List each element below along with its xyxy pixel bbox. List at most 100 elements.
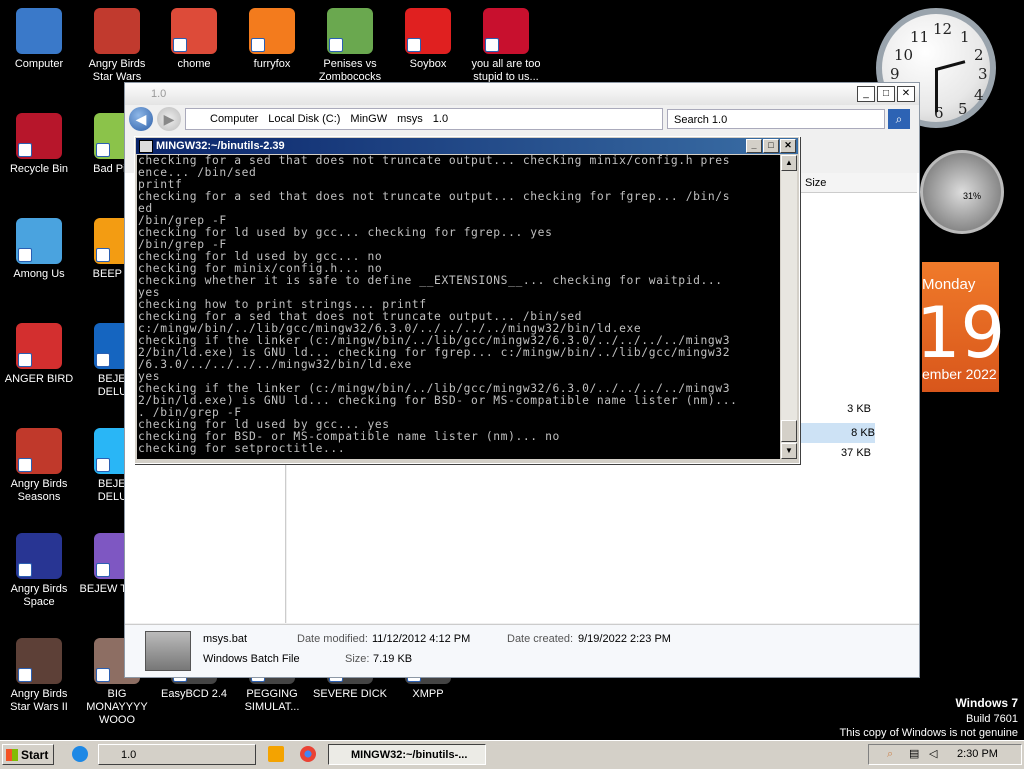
clock-number: 3: [978, 65, 988, 83]
desktop-icon[interactable]: Soybox: [389, 8, 467, 71]
clock-minute-hand: [935, 68, 938, 112]
search-icon[interactable]: ⌕: [888, 109, 910, 129]
shortcut-arrow-icon: [96, 353, 110, 367]
start-button[interactable]: Start: [2, 744, 54, 765]
clock-hour-hand: [935, 60, 966, 71]
explorer-titlebar[interactable]: 1.0 _ □ ✕: [125, 83, 919, 105]
console-line: checking for a sed that does not truncat…: [138, 190, 731, 203]
desktop-icon-label: Angry Birds Space: [10, 583, 68, 608]
breadcrumb-local-disk[interactable]: Local Disk (C:): [268, 113, 340, 125]
desktop-icon-label: Angry Birds Seasons: [10, 478, 68, 503]
details-filetype: Windows Batch File: [203, 653, 300, 665]
desktop-icon-label: PEGGING SIMULAT...: [244, 688, 300, 713]
shortcut-arrow-icon: [96, 143, 110, 157]
desktop-icon[interactable]: furryfox: [233, 8, 311, 71]
desktop-icon[interactable]: Computer: [0, 8, 78, 71]
shortcut-arrow-icon: [96, 458, 110, 472]
start-label: Start: [21, 748, 49, 762]
taskbar-item-terminal[interactable]: MINGW32:~/binutils-...: [328, 744, 486, 765]
desktop-icon[interactable]: Angry Birds Star Wars: [78, 8, 156, 84]
breadcrumb-computer[interactable]: Computer: [210, 113, 258, 125]
scroll-thumb[interactable]: [781, 420, 797, 442]
calendar-gadget[interactable]: Monday 19 ember 2022: [916, 262, 1005, 392]
internet-explorer-icon[interactable]: [72, 746, 88, 762]
scroll-up-icon[interactable]: ▲: [781, 155, 797, 171]
desktop-icon-label: Angry Birds Star Wars: [88, 58, 146, 83]
terminal-title: MINGW32:~/binutils-2.39: [156, 140, 285, 152]
desktop-icon-label: furryfox: [253, 58, 291, 70]
close-button[interactable]: ✕: [897, 86, 915, 102]
shortcut-arrow-icon: [18, 563, 32, 577]
terminal-scrollbar[interactable]: ▲ ▼: [781, 155, 797, 459]
calendar-month: ember 2022: [922, 366, 997, 382]
watermark-notice: This copy of Windows is not genuine: [839, 727, 1018, 739]
shortcut-arrow-icon: [18, 143, 32, 157]
date-created-label: Date created:: [507, 633, 574, 645]
desktop-icon-label: EasyBCD 2.4: [160, 688, 228, 700]
desktop-icon-label: ANGER BIRD: [4, 373, 74, 385]
console-line: /6.3.0/../../../../mingw32/bin/ld.exe: [138, 358, 412, 371]
breadcrumb-mingw[interactable]: MinGW: [350, 113, 387, 125]
size-value: 7.19 KB: [373, 653, 413, 665]
desktop-icon-label: you all are too stupid to us...: [471, 58, 541, 83]
date-modified-value: 11/12/2012 4:12 PM: [372, 633, 471, 645]
console-output[interactable]: checking for a sed that does not truncat…: [137, 155, 780, 459]
desktop-icon[interactable]: Angry Birds Seasons: [0, 428, 78, 504]
terminal-maximize-button[interactable]: □: [763, 139, 779, 153]
terminal-close-button[interactable]: ✕: [780, 139, 796, 153]
terminal-titlebar[interactable]: MINGW32:~/binutils-2.39 _ □ ✕: [136, 138, 798, 154]
clock-number: 11: [910, 28, 930, 46]
gauge-percent: 31%: [963, 191, 982, 201]
chrome-icon[interactable]: [300, 746, 316, 762]
breadcrumb-1-0[interactable]: 1.0: [433, 113, 448, 125]
app-icon: [405, 8, 451, 54]
desktop-icon[interactable]: Angry Birds Star Wars II: [0, 638, 78, 714]
shortcut-arrow-icon: [96, 248, 110, 262]
desktop-icon[interactable]: Recycle Bin: [0, 113, 78, 176]
desktop-icon[interactable]: ANGER BIRD: [0, 323, 78, 386]
taskbar-item-label: 1.0: [121, 749, 137, 761]
desktop-icon-label: Angry Birds Star Wars II: [10, 688, 68, 713]
shortcut-arrow-icon: [485, 38, 499, 52]
search-tray-icon[interactable]: ⌕: [887, 745, 893, 764]
tray-clock[interactable]: 2:30 PM: [957, 745, 998, 764]
taskbar-item-explorer[interactable]: 1.0: [98, 744, 256, 765]
back-button[interactable]: ◀: [129, 107, 153, 131]
watermark-os: Windows 7: [955, 696, 1018, 710]
terminal-window[interactable]: MINGW32:~/binutils-2.39 _ □ ✕ checking f…: [134, 136, 800, 464]
app-icon: [16, 323, 62, 369]
console-icon[interactable]: [139, 140, 153, 153]
taskbar: Start 1.0 MINGW32:~/binutils-... ⌕ ▤ ◁ 2…: [0, 740, 1024, 769]
desktop-icon[interactable]: Penises vs Zombococks: [311, 8, 389, 84]
forward-button[interactable]: ▶: [157, 107, 181, 131]
media-player-icon[interactable]: [268, 746, 284, 762]
maximize-button[interactable]: □: [877, 86, 895, 102]
console-line: checking for ld used by gcc... checking …: [138, 226, 553, 239]
shortcut-arrow-icon: [96, 563, 110, 577]
app-icon: [16, 428, 62, 474]
volume-icon[interactable]: ◁: [929, 745, 937, 764]
clock-number: 10: [894, 46, 914, 64]
cpu-meter-gadget[interactable]: 31%: [920, 150, 1004, 234]
clock-number: 1: [960, 28, 970, 46]
explorer-title: 1.0: [151, 88, 167, 100]
app-icon: [16, 638, 62, 684]
terminal-minimize-button[interactable]: _: [746, 139, 762, 153]
desktop-icon[interactable]: chome: [155, 8, 233, 71]
search-input[interactable]: Search 1.0 ⌕: [667, 109, 910, 129]
column-header-size[interactable]: Size: [801, 173, 917, 193]
clock-number: 2: [974, 46, 984, 64]
desktop-icon-label: Recycle Bin: [9, 163, 69, 175]
desktop-icon[interactable]: Angry Birds Space: [0, 533, 78, 609]
network-icon[interactable]: ▤: [909, 745, 919, 764]
scroll-down-icon[interactable]: ▼: [781, 443, 797, 459]
address-bar[interactable]: Computer Local Disk (C:) MinGW msys 1.0: [185, 108, 663, 130]
minimize-button[interactable]: _: [857, 86, 875, 102]
desktop-icon[interactable]: Among Us: [0, 218, 78, 281]
size-label: Size:: [345, 653, 370, 665]
shortcut-arrow-icon: [407, 38, 421, 52]
breadcrumb-msys[interactable]: msys: [397, 113, 423, 125]
desktop-icon[interactable]: you all are too stupid to us...: [467, 8, 545, 84]
calendar-day: Monday: [922, 276, 976, 293]
app-icon: [16, 218, 62, 264]
